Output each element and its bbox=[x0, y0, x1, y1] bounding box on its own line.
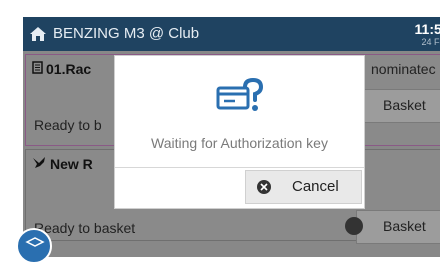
logo-icon[interactable] bbox=[16, 228, 52, 264]
app-title: BENZING M3 @ Club bbox=[53, 25, 200, 42]
clock-time: 11:56:1 bbox=[414, 21, 440, 37]
key-card-icon bbox=[216, 78, 264, 111]
document-icon bbox=[32, 61, 43, 77]
new-race-card-title-text: New R bbox=[50, 156, 93, 172]
cancel-button-label: Cancel bbox=[292, 178, 339, 195]
title-bar: BENZING M3 @ Club 11:56:1 24 Feb 20 bbox=[23, 17, 440, 51]
home-icon[interactable] bbox=[29, 25, 47, 43]
basket-button[interactable]: Basket bbox=[345, 89, 440, 123]
new-race-card-status: Ready to basket bbox=[34, 220, 136, 236]
authorization-dialog: Waiting for Authorization key Cancel bbox=[115, 56, 364, 208]
basket-button[interactable]: Basket bbox=[345, 210, 440, 244]
dialog-message: Waiting for Authorization key bbox=[151, 135, 328, 151]
cancel-button[interactable]: Cancel bbox=[245, 170, 362, 204]
basket-button-label: Basket bbox=[383, 218, 426, 234]
race-card-title: 01.Rac bbox=[32, 61, 91, 77]
race-card-title-text: 01.Rac bbox=[46, 61, 92, 77]
nominated-label: nominatec bbox=[371, 61, 436, 77]
dialog-divider bbox=[115, 167, 364, 168]
race-card-status: Ready to b bbox=[34, 117, 102, 133]
close-icon bbox=[257, 180, 271, 194]
basket-icon bbox=[345, 217, 363, 235]
pigeon-icon bbox=[32, 156, 47, 172]
clock-date: 24 Feb 20 bbox=[421, 37, 440, 47]
new-race-card-title: New R bbox=[32, 156, 93, 172]
basket-button-label: Basket bbox=[383, 97, 426, 113]
